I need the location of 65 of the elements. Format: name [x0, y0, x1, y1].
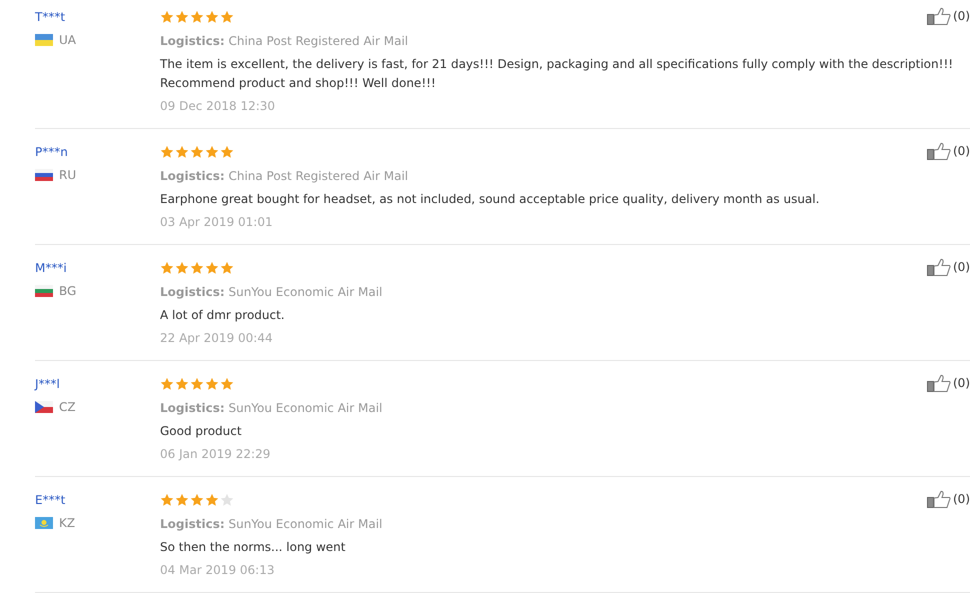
reviewer-name: P***n	[35, 144, 68, 160]
review-text: The item is excellent, the delivery is fast, for 21 days!!! Design, packaging and all specifications fully comply with the description!!! Recommend product and shop!!! Well done!!!	[160, 56, 954, 92]
helpful-count: (0)	[953, 144, 970, 158]
country-code: CZ	[59, 400, 76, 414]
flag-icon	[35, 34, 53, 46]
thumbs-up-icon[interactable]	[927, 258, 951, 276]
logistics-info: Logistics: SunYou Economic Air Mail	[160, 400, 384, 417]
star-icon	[160, 145, 174, 159]
star-icon	[220, 377, 234, 391]
review-date: 06 Jan 2019 22:29	[160, 446, 272, 463]
reviewer-name: J***l	[35, 376, 60, 392]
helpful-count: (0)	[953, 260, 970, 274]
star-icon	[205, 493, 219, 507]
review-date: 03 Apr 2019 01:01	[160, 214, 274, 231]
thumbs-up-icon[interactable]	[927, 7, 951, 25]
flag-icon	[35, 285, 53, 297]
country-code: BG	[59, 284, 76, 298]
logistics-info: Logistics: SunYou Economic Air Mail	[160, 284, 384, 301]
helpful-count: (0)	[953, 376, 970, 390]
helpful-count: (0)	[953, 9, 970, 23]
logistics-info: Logistics: China Post Registered Air Mail	[160, 33, 410, 50]
flag-icon	[35, 169, 53, 181]
star-icon	[205, 10, 219, 24]
flag-icon	[35, 401, 53, 413]
thumbs-up-icon[interactable]	[927, 142, 951, 160]
reviewer-name: T***t	[35, 9, 66, 25]
star-icon	[175, 261, 189, 275]
review-text: Earphone great bought for headset, as not included, sound acceptable price quality, delivery month as usual.	[160, 191, 820, 208]
star-icon	[190, 145, 204, 159]
star-icon	[160, 377, 174, 391]
star-icon	[220, 145, 234, 159]
flag-icon	[35, 517, 53, 529]
star-icon	[220, 493, 234, 507]
star-icon	[205, 377, 219, 391]
logistics-info: Logistics: SunYou Economic Air Mail	[160, 516, 384, 533]
star-icon	[190, 493, 204, 507]
review-date: 04 Mar 2019 06:13	[160, 562, 276, 579]
star-icon	[175, 377, 189, 391]
reviewer-name: E***t	[35, 492, 66, 508]
star-icon	[220, 261, 234, 275]
country-code: KZ	[59, 516, 76, 530]
country-code: UA	[59, 33, 76, 47]
review-text: A lot of dmr product.	[160, 307, 286, 324]
review-text: Good product	[160, 423, 243, 440]
star-icon	[190, 261, 204, 275]
thumbs-up-icon[interactable]	[927, 490, 951, 508]
star-icon	[205, 261, 219, 275]
star-icon	[160, 493, 174, 507]
review-date: 22 Apr 2019 00:44	[160, 330, 274, 347]
review-date: 09 Dec 2018 12:30	[160, 98, 276, 115]
star-icon	[190, 377, 204, 391]
star-icon	[175, 493, 189, 507]
star-icon	[220, 10, 234, 24]
logistics-info: Logistics: China Post Registered Air Mail	[160, 168, 410, 185]
star-icon	[190, 10, 204, 24]
review-text: So then the norms... long went	[160, 539, 346, 556]
helpful-count: (0)	[953, 492, 970, 506]
thumbs-up-icon[interactable]	[927, 374, 951, 392]
star-icon	[205, 145, 219, 159]
star-icon	[175, 145, 189, 159]
star-icon	[160, 261, 174, 275]
country-code: RU	[59, 168, 76, 182]
star-icon	[175, 10, 189, 24]
reviewer-name: M***i	[35, 260, 67, 276]
star-icon	[160, 10, 174, 24]
